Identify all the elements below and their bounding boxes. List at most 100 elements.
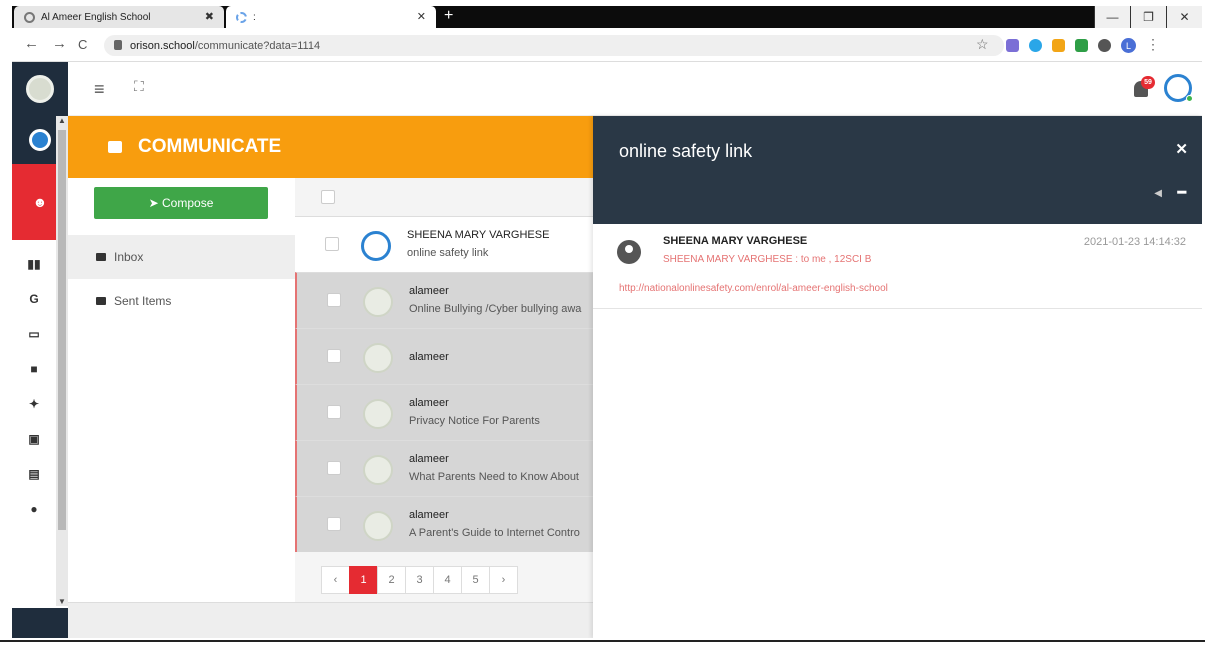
sidebar-nav: ▮▮ G ▭ ■ ✦ ▣ ▤ ● — [12, 246, 56, 526]
copy-icon[interactable]: ▤ — [12, 456, 56, 491]
divider — [593, 308, 1202, 309]
reload-button[interactable]: C — [78, 37, 87, 52]
location-icon[interactable]: ● — [12, 491, 56, 526]
row-checkbox[interactable] — [327, 293, 341, 307]
reply-icon[interactable]: ◀ — [1154, 188, 1162, 199]
google-icon[interactable]: G — [12, 281, 56, 316]
page-4-button[interactable]: 4 — [433, 566, 462, 594]
address-toolbar: ← → C orison.school/communicate?data=111… — [12, 28, 1202, 62]
group-icon[interactable]: ✦ — [12, 386, 56, 421]
panel-header: online safety link ✕ ◀ ━ — [593, 116, 1202, 224]
message-row[interactable]: alameer A Parent's Guide to Internet Con… — [295, 496, 593, 552]
logo-emblem — [26, 75, 54, 103]
close-tab-icon[interactable]: ✖ — [205, 10, 214, 23]
user-icon — [29, 129, 51, 151]
message-row[interactable]: alameer Privacy Notice For Parents — [295, 384, 593, 440]
select-all-checkbox[interactable] — [321, 190, 335, 204]
user-avatar-icon — [361, 231, 391, 261]
school-logo-icon — [363, 343, 393, 373]
communicate-header: COMMUNICATE — [68, 116, 593, 178]
extension-icon[interactable] — [1052, 39, 1065, 52]
profile-avatar[interactable]: L — [1121, 38, 1136, 53]
face-icon: ☻ — [32, 194, 48, 210]
close-window-button[interactable]: ✕ — [1166, 6, 1202, 28]
restore-button[interactable]: ❐ — [1130, 6, 1166, 28]
url-path: /communicate?data=1114 — [194, 39, 321, 52]
message-subject: Online Bullying /Cyber bullying awa — [409, 303, 582, 315]
window-controls: — ❐ ✕ — [1094, 6, 1202, 28]
sidebar-scrollbar[interactable]: ▲ ▼ — [56, 116, 68, 606]
browser-menu-icon[interactable]: ⋮ — [1146, 36, 1160, 53]
notifications-button[interactable]: 59 — [1132, 76, 1155, 100]
folder-panel: ➤ Compose Inbox Sent Items — [68, 178, 295, 602]
school-logo-icon — [363, 399, 393, 429]
message-list: SHEENA MARY VARGHESE online safety link … — [295, 178, 593, 602]
envelope-icon — [96, 297, 106, 305]
minimize-button[interactable]: — — [1094, 6, 1130, 28]
scroll-down-icon[interactable]: ▼ — [56, 597, 68, 606]
extensions-bar: L ⋮ — [1006, 36, 1160, 53]
fullscreen-icon[interactable]: ⛶ — [134, 78, 144, 95]
close-panel-button[interactable]: ✕ — [1175, 140, 1188, 158]
folder-label: Inbox — [114, 250, 144, 264]
compose-button[interactable]: ➤ Compose — [94, 187, 268, 219]
tab-title: : — [253, 11, 256, 23]
page-5-button[interactable]: 5 — [461, 566, 490, 594]
folder-sent-items[interactable]: Sent Items — [68, 279, 295, 323]
message-row[interactable]: alameer Online Bullying /Cyber bullying … — [295, 272, 593, 328]
app-sidebar: ☻ ▮▮ G ▭ ■ ✦ ▣ ▤ ● ▲ ▼ — [12, 62, 68, 638]
row-checkbox[interactable] — [327, 349, 341, 363]
new-tab-button[interactable]: + — [444, 7, 453, 25]
folder-inbox[interactable]: Inbox — [68, 235, 295, 279]
message-sender: SHEENA MARY VARGHESE — [407, 229, 550, 241]
message-sender: alameer — [409, 509, 449, 521]
tab-al-ameer[interactable]: Al Ameer English School ✖ — [14, 6, 224, 28]
bookmark-star-icon[interactable]: ☆ — [976, 36, 989, 53]
page-3-button[interactable]: 3 — [405, 566, 434, 594]
row-checkbox[interactable] — [325, 237, 339, 251]
message-row[interactable]: SHEENA MARY VARGHESE online safety link — [295, 216, 593, 272]
close-tab-icon[interactable]: ✕ — [417, 10, 426, 23]
user-avatar[interactable] — [1164, 74, 1193, 102]
scroll-thumb[interactable] — [58, 130, 66, 530]
sheets-icon[interactable] — [1075, 39, 1088, 52]
page-prev-button[interactable]: ‹ — [321, 566, 350, 594]
extension-icon[interactable] — [1006, 39, 1019, 52]
loading-icon — [236, 11, 247, 23]
page-2-button[interactable]: 2 — [377, 566, 406, 594]
calendar-icon[interactable]: ▣ — [12, 421, 56, 456]
tab-loading[interactable]: : ✕ — [226, 6, 436, 28]
school-logo-icon — [363, 455, 393, 485]
page-next-button[interactable]: › — [489, 566, 518, 594]
message-from: SHEENA MARY VARGHESE — [663, 235, 808, 247]
puzzle-icon[interactable] — [1098, 39, 1111, 52]
inbox-icon — [96, 253, 106, 261]
sender-avatar-icon — [617, 240, 641, 264]
message-row[interactable]: alameer — [295, 328, 593, 384]
monitor-icon[interactable]: ▭ — [12, 316, 56, 351]
scroll-up-icon[interactable]: ▲ — [56, 116, 68, 125]
message-subject: Privacy Notice For Parents — [409, 415, 540, 427]
row-checkbox[interactable] — [327, 461, 341, 475]
row-checkbox[interactable] — [327, 517, 341, 531]
message-sender: alameer — [409, 285, 449, 297]
globe-icon — [24, 11, 35, 23]
message-detail-panel: online safety link ✕ ◀ ━ SHEENA MARY VAR… — [593, 116, 1202, 638]
message-sender: alameer — [409, 397, 449, 409]
school-logo[interactable] — [12, 62, 68, 116]
back-button[interactable]: ← — [24, 35, 39, 52]
chat-icon[interactable]: ■ — [12, 351, 56, 386]
message-title: online safety link — [619, 141, 753, 161]
url-bar[interactable]: orison.school/communicate?data=1114 — [104, 35, 1004, 56]
message-row[interactable]: alameer What Parents Need to Know About — [295, 440, 593, 496]
row-checkbox[interactable] — [327, 405, 341, 419]
chat-icon — [108, 141, 122, 153]
forward-button[interactable]: → — [52, 35, 67, 52]
minimize-panel-icon[interactable]: ━ — [1178, 184, 1186, 201]
hamburger-menu-icon[interactable]: ≡ — [94, 79, 105, 100]
extension-icon[interactable] — [1029, 39, 1042, 52]
message-link[interactable]: http://nationalonlinesafety.com/enrol/al… — [619, 283, 888, 294]
settings-icon[interactable]: ▮▮ — [12, 246, 56, 281]
page-1-button[interactable]: 1 — [349, 566, 378, 594]
page-title: COMMUNICATE — [138, 136, 282, 157]
